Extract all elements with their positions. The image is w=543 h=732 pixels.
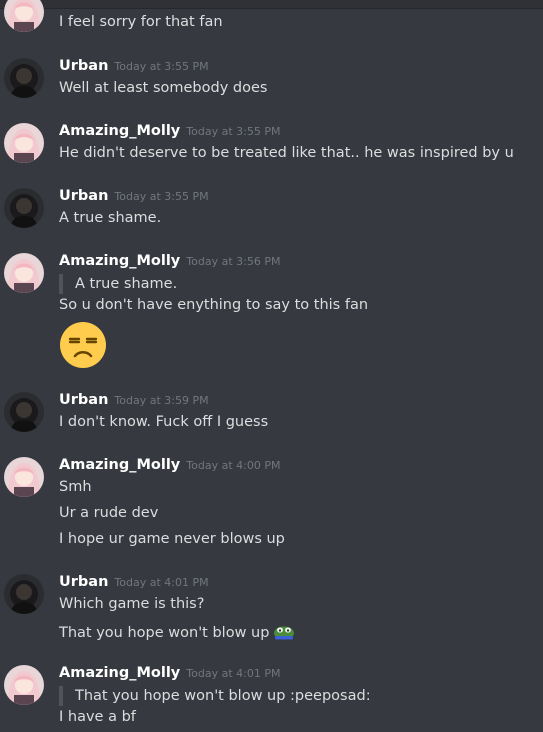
avatar[interactable] <box>4 574 44 614</box>
author-name[interactable]: Amazing_Molly Today at 4:01 PM <box>59 665 280 681</box>
author-name[interactable]: Urban Today at 3:55 PM <box>59 58 209 74</box>
message-text: I hope ur game never blows up <box>59 531 285 547</box>
message-text: Smh <box>59 479 92 495</box>
author-name[interactable]: Amazing_Molly Today at 4:00 PM <box>59 457 280 473</box>
message-text-with-emoji: That you hope won't blow up <box>59 622 295 644</box>
message-text: A true shame. <box>59 210 162 226</box>
avatar[interactable] <box>4 253 44 293</box>
avatar[interactable] <box>4 123 44 163</box>
avatar[interactable] <box>4 58 44 98</box>
unamused-face-emoji[interactable] <box>59 321 107 369</box>
avatar[interactable] <box>4 665 44 705</box>
author-name[interactable]: Urban Today at 3:55 PM <box>59 188 209 204</box>
quote-block: A true shame. <box>59 274 177 294</box>
message-text: Well at least somebody does <box>59 80 268 96</box>
timestamp: Today at 4:00 PM <box>186 459 281 472</box>
message-text: He didn't deserve to be treated like tha… <box>59 145 514 161</box>
message-text: I have a bf <box>59 709 136 725</box>
timestamp: Today at 3:55 PM <box>114 190 209 203</box>
message-text: Ur a rude dev <box>59 505 159 521</box>
cut-off-header <box>0 0 543 9</box>
timestamp: Today at 3:59 PM <box>114 394 209 407</box>
author-name[interactable]: Amazing_Molly Today at 3:56 PM <box>59 253 280 269</box>
author-name[interactable]: Amazing_Molly Today at 3:55 PM <box>59 123 280 139</box>
timestamp: Today at 3:55 PM <box>186 125 281 138</box>
timestamp: Today at 3:56 PM <box>186 255 281 268</box>
message-text: I don't know. Fuck off I guess <box>59 414 269 430</box>
quote-block: That you hope won't blow up :peeposad: <box>59 686 371 706</box>
message-text: I feel sorry for that fan <box>59 14 223 30</box>
avatar[interactable] <box>4 457 44 497</box>
message-text: So u don't have enything to say to this … <box>59 297 369 313</box>
timestamp: Today at 4:01 PM <box>114 576 209 589</box>
message-text: Which game is this? <box>59 596 205 612</box>
peeposad-emoji[interactable] <box>273 622 295 644</box>
timestamp: Today at 3:55 PM <box>114 60 209 73</box>
avatar[interactable] <box>4 392 44 432</box>
timestamp: Today at 4:01 PM <box>186 667 281 680</box>
author-name[interactable]: Urban Today at 4:01 PM <box>59 574 209 590</box>
avatar[interactable] <box>4 0 44 32</box>
avatar[interactable] <box>4 188 44 228</box>
author-name[interactable]: Urban Today at 3:59 PM <box>59 392 209 408</box>
message-text: That you hope won't blow up <box>59 625 270 641</box>
